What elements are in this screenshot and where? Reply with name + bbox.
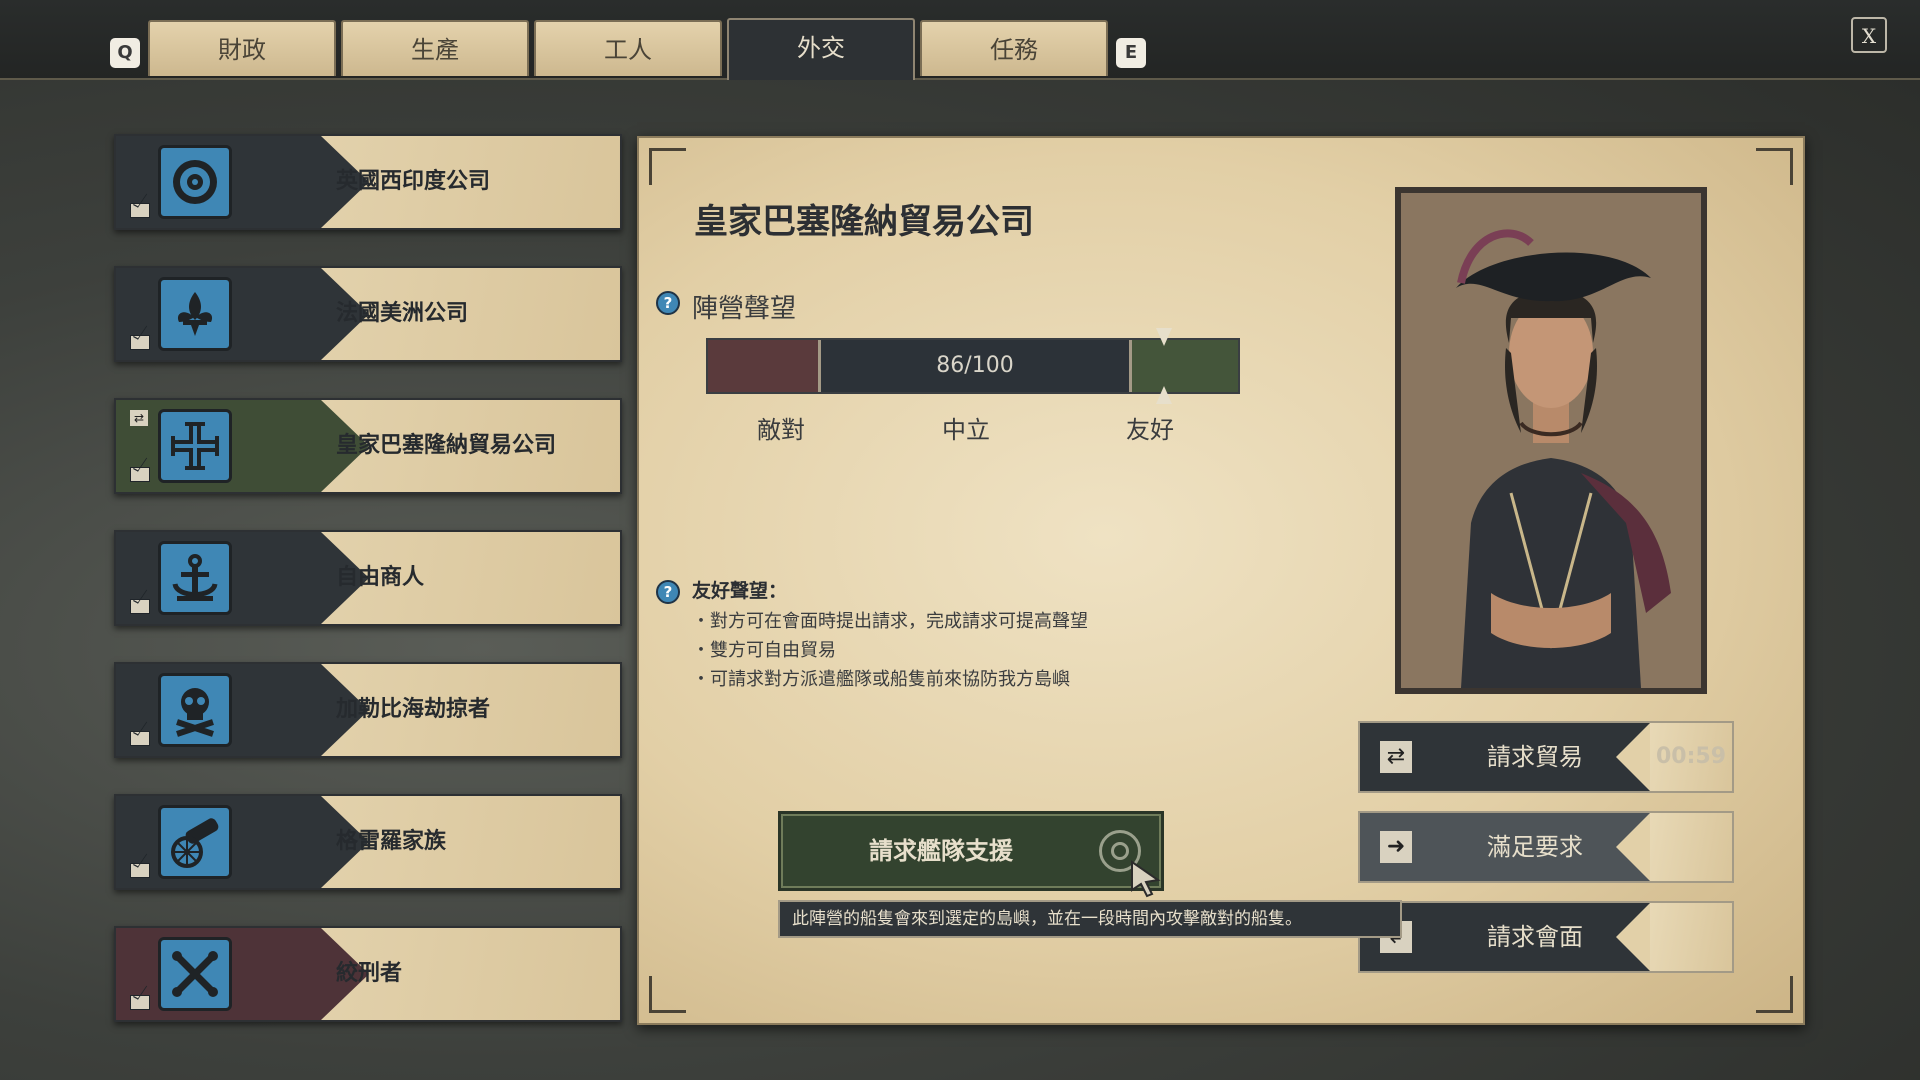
faction-item-english-company[interactable]: 英國西印度公司 — [114, 134, 622, 230]
tab-production[interactable]: 生產 — [341, 20, 529, 76]
faction-title: 皇家巴塞隆納貿易公司 — [694, 202, 1034, 242]
request-meeting-button[interactable]: ↲ 請求會面 — [1358, 901, 1734, 973]
trade-cooldown-timer: 00:59 — [1655, 744, 1726, 769]
leader-portrait-image — [1401, 193, 1701, 688]
fleur-de-lis-icon — [158, 277, 232, 351]
mail-icon — [130, 467, 150, 482]
reputation-label: 陣營聲望 — [692, 294, 797, 324]
cross-icon — [158, 409, 232, 483]
crossed-bones-icon — [158, 937, 232, 1011]
faction-item-caribbean-raiders[interactable]: 加勒比海劫掠者 — [114, 662, 622, 758]
mail-icon — [130, 203, 150, 218]
faction-name: 自由商人 — [336, 565, 425, 590]
mail-icon — [130, 335, 150, 350]
info-line: ・可請求對方派遣艦隊或船隻前來協防我方島嶼 — [692, 669, 1070, 690]
scale-label-hostile: 敵對 — [757, 416, 805, 444]
scale-label-friendly: 友好 — [1126, 416, 1174, 444]
help-icon[interactable]: ? — [656, 291, 680, 315]
request-fleet-support-button[interactable]: 請求艦隊支援 — [778, 811, 1164, 891]
info-heading: 友好聲望： — [692, 580, 788, 602]
scale-label-neutral: 中立 — [942, 416, 990, 444]
info-line: ・雙方可自由貿易 — [692, 640, 836, 661]
trade-icon: ⇄ — [1380, 741, 1412, 773]
mail-icon — [130, 731, 150, 746]
mouse-cursor-icon — [1131, 860, 1161, 898]
reputation-marker-top — [1156, 328, 1172, 346]
fleet-support-tooltip: 此陣營的船隻會來到選定的島嶼，並在一段時間內攻擊敵對的船隻。 — [778, 900, 1402, 938]
faction-name: 英國西印度公司 — [336, 169, 491, 194]
faction-name: 法國美洲公司 — [336, 301, 469, 326]
faction-name: 皇家巴塞隆納貿易公司 — [336, 433, 557, 458]
faction-item-french-company[interactable]: 法國美洲公司 — [114, 266, 622, 362]
faction-name: 加勒比海劫掠者 — [336, 697, 491, 722]
top-tab-bar: Q 財政 生產 工人 外交 任務 E X — [0, 0, 1920, 80]
reputation-segment-friendly — [1132, 340, 1238, 392]
reputation-segment-hostile — [708, 340, 818, 392]
skull-crossbones-icon — [158, 673, 232, 747]
faction-leader-portrait — [1395, 187, 1707, 694]
mail-icon — [130, 599, 150, 614]
tab-workers[interactable]: 工人 — [534, 20, 722, 76]
faction-item-guerrero-family[interactable]: 格雷羅家族 — [114, 794, 622, 890]
help-icon[interactable]: ? — [656, 580, 680, 604]
tab-missions[interactable]: 任務 — [920, 20, 1108, 76]
trade-icon: ⇄ — [130, 410, 148, 426]
anchor-icon — [158, 541, 232, 615]
faction-item-hangmen[interactable]: 絞刑者 — [114, 926, 622, 1022]
mail-icon — [130, 995, 150, 1010]
tudor-rose-icon — [158, 145, 232, 219]
faction-item-barcelona-company[interactable]: ⇄ 皇家巴塞隆納貿易公司 — [114, 398, 622, 494]
faction-name: 絞刑者 — [336, 961, 403, 986]
reputation-value: 86/100 — [936, 353, 1014, 378]
tab-diplomacy[interactable]: 外交 — [727, 18, 915, 80]
faction-detail-panel: 皇家巴塞隆納貿易公司 ? 陣營聲望 86/100 敵對 中立 友好 ? 友好聲望… — [637, 136, 1805, 1025]
reputation-marker-bottom — [1156, 386, 1172, 404]
tab-finance[interactable]: 財政 — [148, 20, 336, 76]
satisfy-demand-button[interactable]: ➜ 滿足要求 — [1358, 811, 1734, 883]
next-tab-key-hint[interactable]: E — [1116, 38, 1146, 68]
info-line: ・對方可在會面時提出請求，完成請求可提高聲望 — [692, 611, 1088, 632]
faction-item-free-traders[interactable]: 自由商人 — [114, 530, 622, 626]
reputation-bar: 86/100 — [706, 328, 1240, 404]
mail-icon — [130, 863, 150, 878]
arrow-right-icon: ➜ — [1380, 831, 1412, 863]
request-trade-button[interactable]: ⇄ 請求貿易 00:59 — [1358, 721, 1734, 793]
faction-name: 格雷羅家族 — [336, 829, 447, 854]
close-button[interactable]: X — [1851, 17, 1887, 53]
prev-tab-key-hint[interactable]: Q — [110, 38, 140, 68]
cannon-icon — [158, 805, 232, 879]
